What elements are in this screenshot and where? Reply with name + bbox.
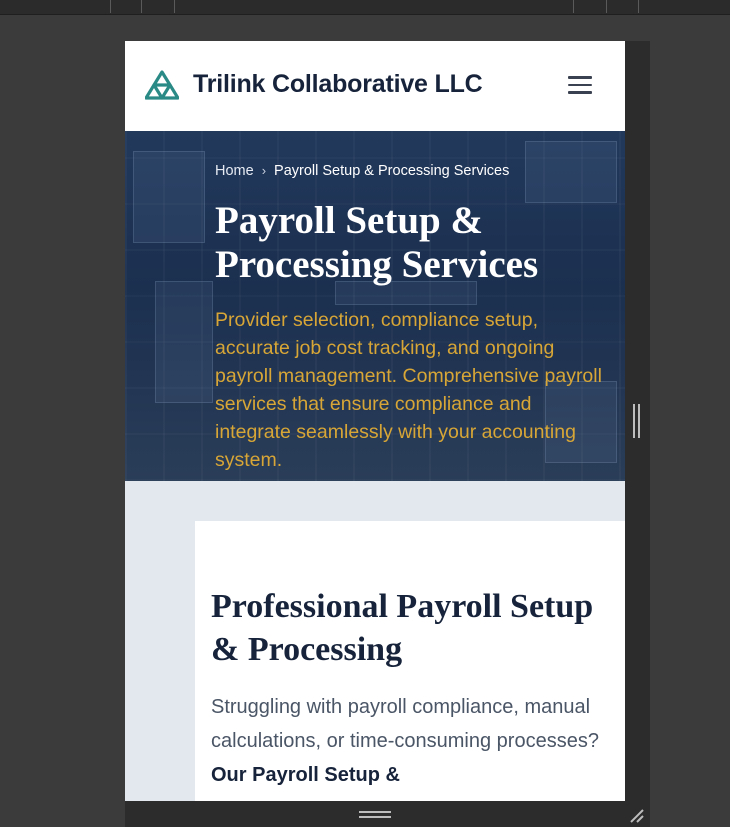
- intro-text: Struggling with payroll compliance, manu…: [211, 696, 599, 752]
- section-intro: Struggling with payroll compliance, manu…: [211, 690, 611, 792]
- site-brand-name[interactable]: Trilink Collaborative LLC: [193, 70, 483, 99]
- hero-banner: Home › Payroll Setup & Processing Services…: [125, 131, 625, 481]
- toolbar-divider: [174, 0, 175, 13]
- toolbar-divider: [638, 0, 639, 13]
- toolbar-divider: [573, 0, 574, 13]
- section-heading: Professional Payroll Setup & Processing: [211, 588, 594, 668]
- toolbar-divider: [141, 0, 142, 13]
- hero-subtitle: Provider selection, compliance setup, ac…: [215, 309, 602, 471]
- breadcrumb-home-link[interactable]: Home: [215, 163, 254, 179]
- breadcrumb: Home › Payroll Setup & Processing Services: [215, 163, 509, 179]
- content-card: Professional Payroll Setup & Processing …: [195, 521, 625, 801]
- page-title: Payroll Setup & Processing Services: [215, 199, 539, 286]
- viewport-bottom-bar: [125, 801, 650, 827]
- hero-background-decor: [155, 281, 213, 403]
- devtools-toolbar: [0, 0, 730, 15]
- resize-grip-icon[interactable]: [628, 807, 644, 823]
- hero-background-decor: [133, 151, 205, 243]
- chevron-right-icon: ›: [261, 163, 267, 178]
- hamburger-menu-icon[interactable]: [568, 75, 592, 95]
- toolbar-divider: [606, 0, 607, 13]
- breadcrumb-current: Payroll Setup & Processing Services: [274, 163, 510, 179]
- hero-background-decor: [525, 141, 617, 203]
- toolbar-divider: [110, 0, 111, 13]
- site-header: Trilink Collaborative LLC: [125, 41, 625, 131]
- triple-ring-logo-icon[interactable]: [145, 70, 179, 101]
- intro-bold-text: Our Payroll Setup &: [211, 764, 400, 786]
- device-viewport: Trilink Collaborative LLC Home › Payroll S…: [125, 41, 625, 801]
- drag-handle-icon[interactable]: [633, 404, 641, 438]
- drag-handle-icon[interactable]: [359, 811, 391, 818]
- content-section: Professional Payroll Setup & Processing …: [125, 481, 625, 801]
